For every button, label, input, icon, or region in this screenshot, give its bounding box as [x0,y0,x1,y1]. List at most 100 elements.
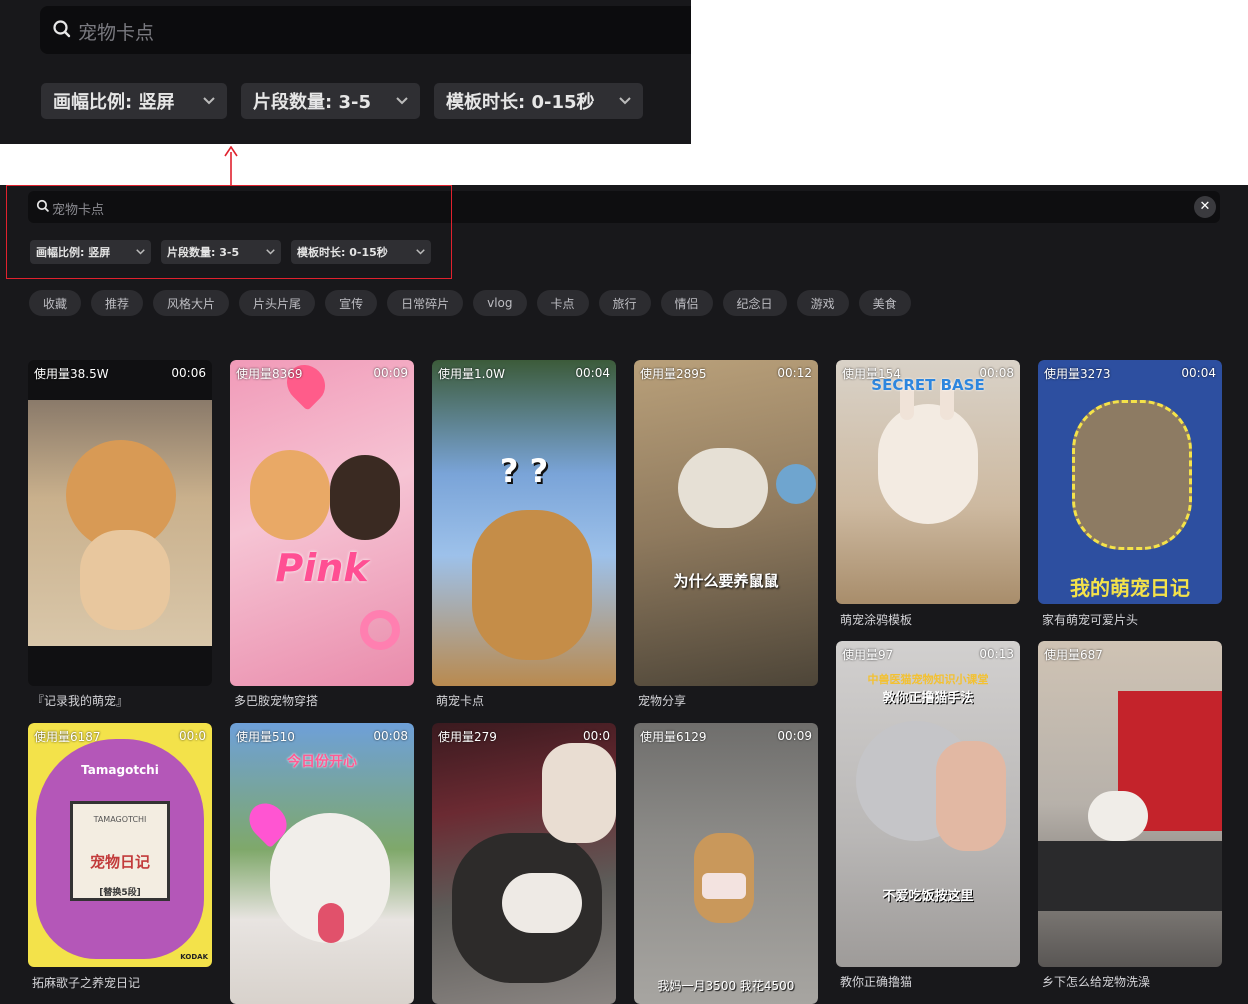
clear-search-button[interactable]: ✕ [1194,196,1216,218]
thumbnail [1038,641,1222,967]
usage-count: 使用量279 [438,729,497,744]
overlay-text: ? ? [499,452,549,490]
duration: 00:09 [777,729,812,743]
card-meta: 使用量154 00:08 [836,360,1020,386]
card-meta: 使用量687 [1038,641,1222,667]
category-tabs: 收藏 推荐 风格大片 片头片尾 宣传 日常碎片 vlog 卡点 旅行 情侣 纪念… [29,290,911,316]
template-card[interactable]: Tamagotchi TAMAGOTCHI 宠物日记 [替换5段] KODAK … [28,723,212,1003]
thumbnail: 我妈一月3500 我花4500 [634,723,818,1004]
thumbnail: 中兽医猫宠物知识小课堂 敦你正撸猫手法 不爱吃饭按这里 [836,641,1020,967]
thumbnail: 为什么要养鼠鼠 [634,360,818,686]
category-tab[interactable]: 收藏 [29,290,82,316]
thumbnail [28,360,212,686]
usage-count: 使用量97 [842,647,894,662]
overlay-text: 我的萌宠日记 [1070,576,1190,600]
duration: 00:0 [583,729,610,743]
template-card[interactable]: 今日份开心 使用量510 00:08 [230,723,414,1004]
chevron-down-icon [396,97,408,105]
overlay-text: 敦你正撸猫手法 [882,691,974,706]
chevron-down-icon [619,97,631,105]
duration: 00:09 [373,366,408,380]
zoomed-callout: 宠物卡点 画幅比例: 竖屏 片段数量: 3-5 模板时长: 0-15秒 [0,0,691,144]
thumbnail: 今日份开心 [230,723,414,1004]
filter-label: 模板时长: 0-15秒 [446,92,595,113]
zoom-filter-duration[interactable]: 模板时长: 0-15秒 [434,83,643,119]
usage-count: 使用量6187 [34,729,101,744]
usage-count: 使用量1.0W [438,366,505,381]
template-card[interactable]: 为什么要养鼠鼠 使用量2895 00:12 宠物分享 [634,360,818,710]
card-title: 乡下怎么给宠物洗澡 [1042,975,1151,989]
card-meta: 使用量38.5W 00:06 [28,360,212,386]
usage-count: 使用量6129 [640,729,707,744]
category-tab[interactable]: vlog [473,290,527,316]
card-meta: 使用量2895 00:12 [634,360,818,386]
card-title: 教你正确撸猫 [840,975,913,989]
card-title: 家有萌宠可爱片头 [1042,613,1139,627]
thumbnail: ? ? [432,360,616,686]
template-card[interactable]: 使用量279 00:0 [432,723,616,1004]
category-tab[interactable]: 旅行 [598,290,651,316]
card-meta: 使用量1.0W 00:04 [432,360,616,386]
category-tab[interactable]: 日常碎片 [387,290,464,316]
overlay-text: 中兽医猫宠物知识小课堂 [867,673,989,686]
usage-count: 使用量510 [236,729,295,744]
duration: 00:08 [979,366,1014,380]
thumbnail: Tamagotchi TAMAGOTCHI 宠物日记 [替换5段] KODAK [28,723,212,967]
filter-label: 画幅比例: 竖屏 [53,92,175,113]
zoom-filter-segment-count[interactable]: 片段数量: 3-5 [241,83,420,119]
overlay-text: [替换5段] [99,888,141,898]
usage-count: 使用量2895 [640,366,707,381]
category-tab[interactable]: 纪念日 [722,290,787,316]
usage-count: 使用量3273 [1044,366,1111,381]
category-tab[interactable]: 美食 [858,290,911,316]
card-meta: 使用量6187 00:0 [28,723,212,749]
overlay-text: Tamagotchi [81,763,159,777]
category-tab[interactable]: 推荐 [91,290,144,316]
card-title: 宠物分享 [638,694,687,708]
card-title: 萌宠涂鸦模板 [840,613,913,627]
template-card[interactable]: 使用量38.5W 00:06 『记录我的萌宠』 [28,360,212,710]
overlay-text: TAMAGOTCHI [93,815,147,824]
duration: 00:08 [373,729,408,743]
category-tab[interactable]: 卡点 [536,290,589,316]
template-card[interactable]: 我妈一月3500 我花4500 使用量6129 00:09 [634,723,818,1004]
card-meta: 使用量6129 00:09 [634,723,818,749]
template-card[interactable]: SECRET BASE 使用量154 00:08 萌宠涂鸦模板 [836,360,1020,630]
card-title: 『记录我的萌宠』 [32,694,129,708]
duration: 00:13 [979,647,1014,661]
zoom-search-bar[interactable]: 宠物卡点 [40,6,691,54]
template-card[interactable]: 使用量687 乡下怎么给宠物洗澡 [1038,641,1222,991]
overlay-text: 不爱吃饭按这里 [882,889,974,904]
category-tab[interactable]: 情侣 [660,290,713,316]
template-card[interactable]: Pink 使用量8369 00:09 多巴胺宠物穿搭 [230,360,414,710]
duration: 00:04 [575,366,610,380]
highlight-box [6,185,452,279]
filter-label: 片段数量: 3-5 [253,92,371,113]
callout-arrow-icon [224,146,238,186]
thumbnail: SECRET BASE [836,360,1020,604]
usage-count: 使用量687 [1044,647,1103,662]
template-card[interactable]: ? ? 使用量1.0W 00:04 萌宠卡点 [432,360,616,710]
usage-count: 使用量154 [842,366,901,381]
card-meta: 使用量510 00:08 [230,723,414,749]
template-card[interactable]: 我的萌宠日记 使用量3273 00:04 家有萌宠可爱片头 [1038,360,1222,630]
thumbnail: 我的萌宠日记 [1038,360,1222,604]
chevron-down-icon [203,97,215,105]
category-tab[interactable]: 游戏 [796,290,849,316]
zoom-search-placeholder: 宠物卡点 [78,22,155,44]
overlay-text: 为什么要养鼠鼠 [673,572,779,590]
category-tab[interactable]: 宣传 [325,290,378,316]
category-tab[interactable]: 片头片尾 [239,290,316,316]
card-meta: 使用量3273 00:04 [1038,360,1222,386]
overlay-text: 我妈一月3500 我花4500 [657,979,795,993]
overlay-text: 宠物日记 [89,853,150,871]
thumbnail [432,723,616,1004]
duration: 00:0 [179,729,206,743]
duration: 00:06 [171,366,206,380]
category-tab[interactable]: 风格大片 [153,290,230,316]
card-meta: 使用量279 00:0 [432,723,616,749]
card-meta: 使用量97 00:13 [836,641,1020,667]
zoom-filter-aspect-ratio[interactable]: 画幅比例: 竖屏 [41,83,227,119]
template-card[interactable]: 中兽医猫宠物知识小课堂 敦你正撸猫手法 不爱吃饭按这里 使用量97 00:13 … [836,641,1020,991]
usage-count: 使用量38.5W [34,366,109,381]
